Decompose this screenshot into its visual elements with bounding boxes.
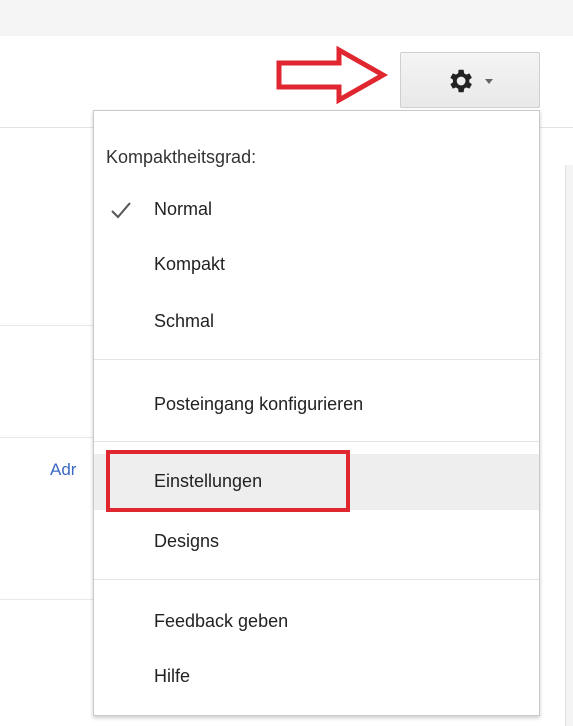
menu-item-normal[interactable]: Normal xyxy=(94,184,539,236)
menu-item-label: Feedback geben xyxy=(154,611,289,631)
row-divider xyxy=(0,599,100,600)
menu-separator xyxy=(94,579,539,580)
menu-separator xyxy=(94,359,539,360)
settings-dropdown-menu: Kompaktheitsgrad: Normal Kompakt Schmal … xyxy=(93,110,540,716)
density-heading: Kompaktheitsgrad: xyxy=(106,147,257,167)
row-divider xyxy=(0,325,100,326)
menu-item-kompakt[interactable]: Kompakt xyxy=(94,239,539,291)
menu-item-themes[interactable]: Designs xyxy=(94,516,539,568)
chevron-down-icon xyxy=(485,79,493,84)
menu-item-label: Hilfe xyxy=(154,666,191,686)
top-bar xyxy=(0,0,573,36)
row-divider xyxy=(0,437,100,438)
menu-item-label: Designs xyxy=(154,531,220,551)
gear-icon xyxy=(450,69,472,93)
message-list-pane xyxy=(0,165,100,726)
arrow-annotation-icon xyxy=(276,45,389,105)
menu-item-configure-inbox[interactable]: Posteingang konfigurieren xyxy=(94,379,539,431)
menu-item-help[interactable]: Hilfe xyxy=(94,651,539,703)
checkmark-icon xyxy=(111,202,131,219)
menu-item-label: Kompakt xyxy=(154,254,226,274)
settings-gear-button[interactable] xyxy=(400,52,540,108)
menu-separator xyxy=(94,441,539,442)
menu-item-schmal[interactable]: Schmal xyxy=(94,296,539,348)
menu-item-label: Schmal xyxy=(154,311,215,331)
highlight-annotation-box xyxy=(106,450,350,512)
partial-link[interactable]: Adr xyxy=(50,460,76,480)
menu-item-label: Posteingang konfigurieren xyxy=(154,394,364,414)
menu-item-label: Normal xyxy=(154,199,213,219)
menu-item-feedback[interactable]: Feedback geben xyxy=(94,596,539,648)
right-scroll-strip xyxy=(565,165,573,726)
